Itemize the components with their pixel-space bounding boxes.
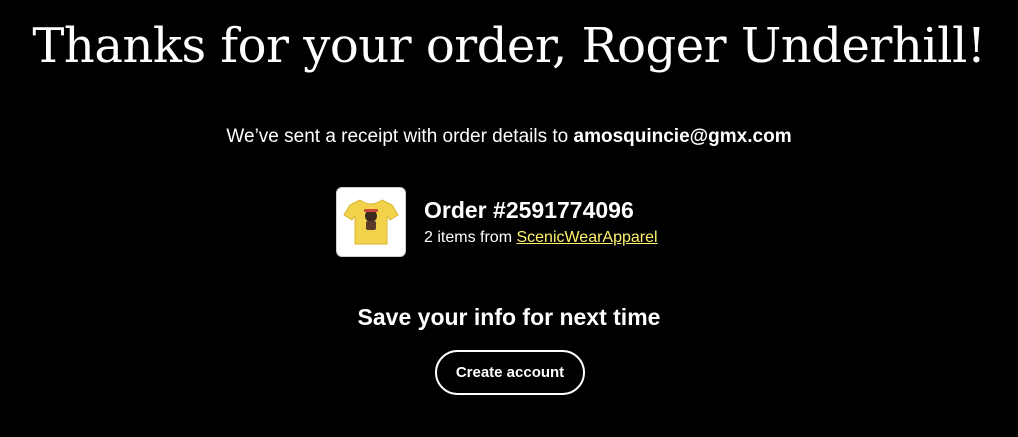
order-confirmation-page: Thanks for your order, Roger Underhill! …	[0, 0, 1018, 437]
save-info-heading: Save your info for next time	[357, 304, 661, 330]
order-details: Order #2591774096 2 items from ScenicWea…	[424, 195, 658, 249]
order-number: Order #2591774096	[424, 196, 634, 223]
order-items: 2 items from ScenicWearApparel	[424, 227, 658, 249]
receipt-message: We’ve sent a receipt with order details …	[0, 124, 1018, 150]
page-title: Thanks for your order, Roger Underhill!	[32, 18, 986, 74]
shop-link[interactable]: ScenicWearApparel	[516, 229, 657, 246]
product-thumbnail	[336, 186, 406, 257]
receipt-email: amosquincie@gmx.com	[573, 126, 792, 147]
receipt-text: We’ve sent a receipt with order details …	[226, 126, 574, 147]
create-account-button[interactable]: Create account	[435, 350, 585, 395]
order-items-text: 2 items from	[424, 228, 517, 246]
tshirt-icon	[343, 198, 399, 244]
order-summary: Order #2591774096 2 items from ScenicWea…	[336, 185, 658, 258]
